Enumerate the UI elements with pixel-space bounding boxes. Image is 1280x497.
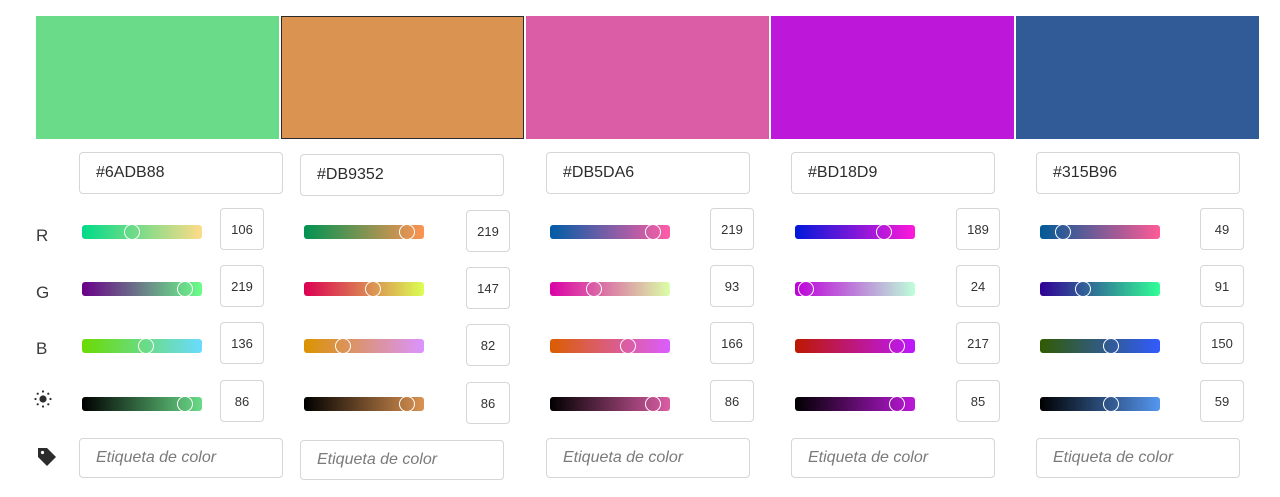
slider-r[interactable] (550, 224, 670, 240)
color-swatch[interactable] (771, 16, 1014, 139)
slider-b-thumb[interactable] (334, 338, 351, 354)
value-b-input[interactable]: 166 (710, 322, 754, 364)
slider-brightness-thumb[interactable] (177, 396, 194, 412)
value-b-input[interactable]: 82 (466, 324, 510, 366)
slider-r-thumb[interactable] (1055, 224, 1072, 240)
value-r-input[interactable]: 49 (1200, 208, 1244, 250)
slider-brightness-thumb[interactable] (645, 396, 662, 412)
hex-input[interactable]: #315B96 (1036, 152, 1240, 194)
slider-b[interactable] (304, 338, 424, 354)
slider-b-thumb[interactable] (1102, 338, 1119, 354)
slider-r-thumb[interactable] (399, 224, 416, 240)
slider-b-thumb[interactable] (889, 338, 906, 354)
slider-g[interactable] (795, 281, 915, 297)
slider-r[interactable] (304, 224, 424, 240)
slider-b[interactable] (1040, 338, 1160, 354)
slider-r-thumb[interactable] (645, 224, 662, 240)
value-b-input[interactable]: 136 (220, 322, 264, 364)
slider-brightness[interactable] (1040, 396, 1160, 412)
value-g-input[interactable]: 93 (710, 265, 754, 307)
value-brightness-input[interactable]: 86 (710, 380, 754, 422)
slider-g-thumb[interactable] (1074, 281, 1091, 297)
hex-input[interactable]: #DB9352 (300, 154, 504, 196)
color-label-input[interactable]: Etiqueta de color (79, 438, 283, 478)
value-b-input[interactable]: 217 (956, 322, 1000, 364)
color-label-input[interactable]: Etiqueta de color (1036, 438, 1240, 478)
slider-r[interactable] (82, 224, 202, 240)
value-b-input[interactable]: 150 (1200, 322, 1244, 364)
row-label-b: B (36, 339, 48, 358)
slider-brightness-thumb[interactable] (1102, 396, 1119, 412)
color-swatch[interactable] (526, 16, 769, 139)
slider-brightness[interactable] (82, 396, 202, 412)
color-swatch[interactable] (281, 16, 524, 139)
row-label-r: R (36, 226, 49, 245)
slider-b[interactable] (82, 338, 202, 354)
slider-g-thumb[interactable] (798, 281, 815, 297)
color-label-input[interactable]: Etiqueta de color (791, 438, 995, 478)
slider-brightness[interactable] (550, 396, 670, 412)
value-g-input[interactable]: 91 (1200, 265, 1244, 307)
slider-g[interactable] (82, 281, 202, 297)
slider-g-thumb[interactable] (585, 281, 602, 297)
slider-r[interactable] (795, 224, 915, 240)
slider-g[interactable] (1040, 281, 1160, 297)
value-r-input[interactable]: 189 (956, 208, 1000, 250)
slider-brightness[interactable] (304, 396, 424, 412)
value-r-input[interactable]: 106 (220, 208, 264, 250)
color-swatch[interactable] (36, 16, 279, 139)
slider-r-thumb[interactable] (123, 224, 140, 240)
value-g-input[interactable]: 147 (466, 267, 510, 309)
value-r-input[interactable]: 219 (710, 208, 754, 250)
slider-brightness-thumb[interactable] (399, 396, 416, 412)
hex-input[interactable]: #6ADB88 (79, 152, 283, 194)
value-g-input[interactable]: 219 (220, 265, 264, 307)
slider-brightness-thumb[interactable] (889, 396, 905, 412)
slider-r-thumb[interactable] (875, 224, 892, 240)
slider-b-thumb[interactable] (137, 338, 154, 354)
row-label-g: G (36, 283, 50, 302)
value-g-input[interactable]: 24 (956, 265, 1000, 307)
slider-g-thumb[interactable] (365, 281, 382, 297)
slider-g[interactable] (550, 281, 670, 297)
slider-brightness[interactable] (795, 396, 915, 412)
color-swatch[interactable] (1016, 16, 1259, 139)
hex-input[interactable]: #DB5DA6 (546, 152, 750, 194)
slider-g-thumb[interactable] (177, 281, 194, 297)
tag-icon (36, 446, 58, 468)
color-label-input[interactable]: Etiqueta de color (546, 438, 750, 478)
slider-r[interactable] (1040, 224, 1160, 240)
value-brightness-input[interactable]: 59 (1200, 380, 1244, 422)
value-brightness-input[interactable]: 85 (956, 380, 1000, 422)
slider-g[interactable] (304, 281, 424, 297)
slider-b-thumb[interactable] (620, 338, 637, 354)
color-label-input[interactable]: Etiqueta de color (300, 440, 504, 480)
value-brightness-input[interactable]: 86 (466, 382, 510, 424)
slider-b[interactable] (550, 338, 670, 354)
value-brightness-input[interactable]: 86 (220, 380, 264, 422)
value-r-input[interactable]: 219 (466, 210, 510, 252)
hex-input[interactable]: #BD18D9 (791, 152, 995, 194)
slider-b[interactable] (795, 338, 915, 354)
sun-icon (33, 389, 53, 409)
